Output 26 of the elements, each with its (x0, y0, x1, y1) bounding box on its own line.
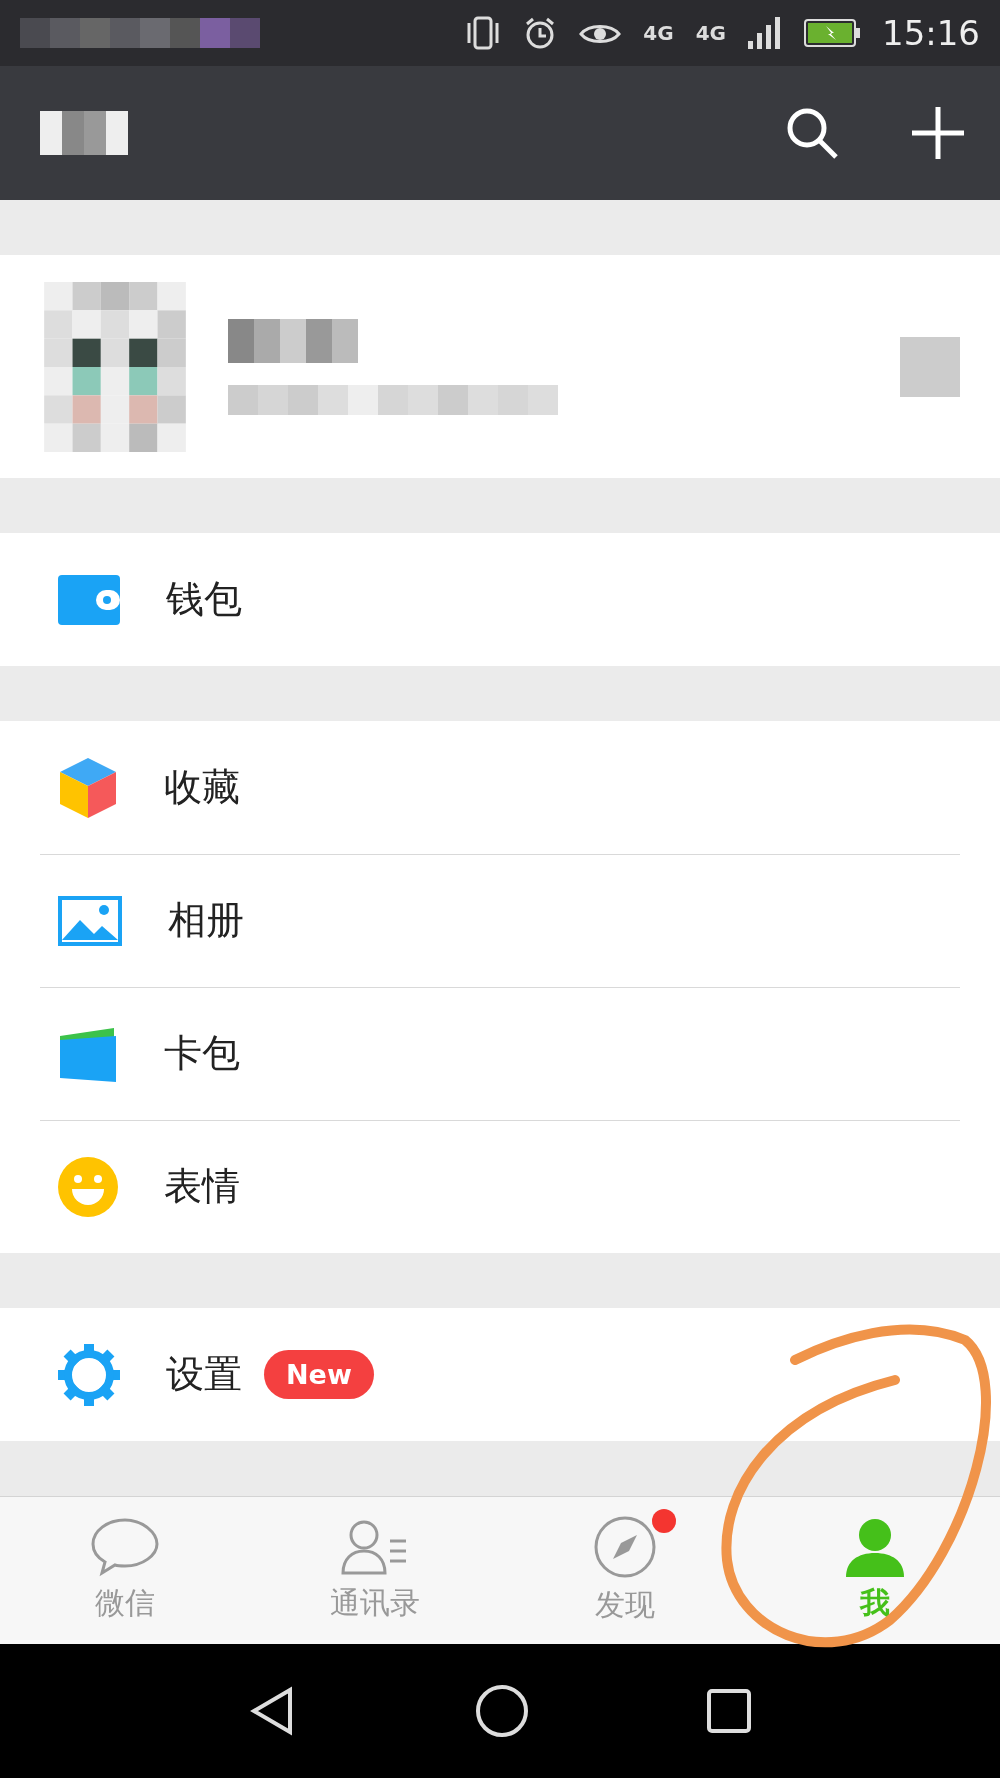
cube-icon (58, 755, 118, 820)
menu-item[interactable]: 设置 New (0, 1308, 1000, 1441)
network-label: 4G (643, 21, 674, 45)
menu-item[interactable]: 收藏 (0, 721, 1000, 854)
clock-time: 15:16 (882, 13, 980, 53)
wallet-icon (58, 574, 120, 625)
gear-icon (58, 1343, 120, 1406)
blurred-qr-code (900, 336, 960, 397)
menu-item[interactable]: 卡包 (0, 987, 1000, 1120)
compass-icon (593, 1515, 657, 1579)
card-holder-icon (58, 1025, 118, 1082)
vibrate-icon (465, 15, 502, 51)
menu-item[interactable]: 表情 (0, 1120, 1000, 1253)
picture-frame-icon (58, 895, 122, 946)
battery-icon (804, 18, 860, 48)
smiley-icon (58, 1156, 118, 1217)
chat-bubble-icon (90, 1517, 160, 1577)
menu-item[interactable]: 钱包 (0, 533, 1000, 666)
recents-icon[interactable] (705, 1688, 752, 1734)
person-icon (844, 1517, 906, 1577)
signal-icon (748, 17, 782, 49)
plus-icon[interactable] (910, 105, 966, 161)
network-label: 4G (695, 21, 726, 45)
home-icon[interactable] (475, 1684, 529, 1738)
new-badge: New (264, 1350, 374, 1399)
menu-item[interactable]: 相册 (0, 854, 1000, 987)
